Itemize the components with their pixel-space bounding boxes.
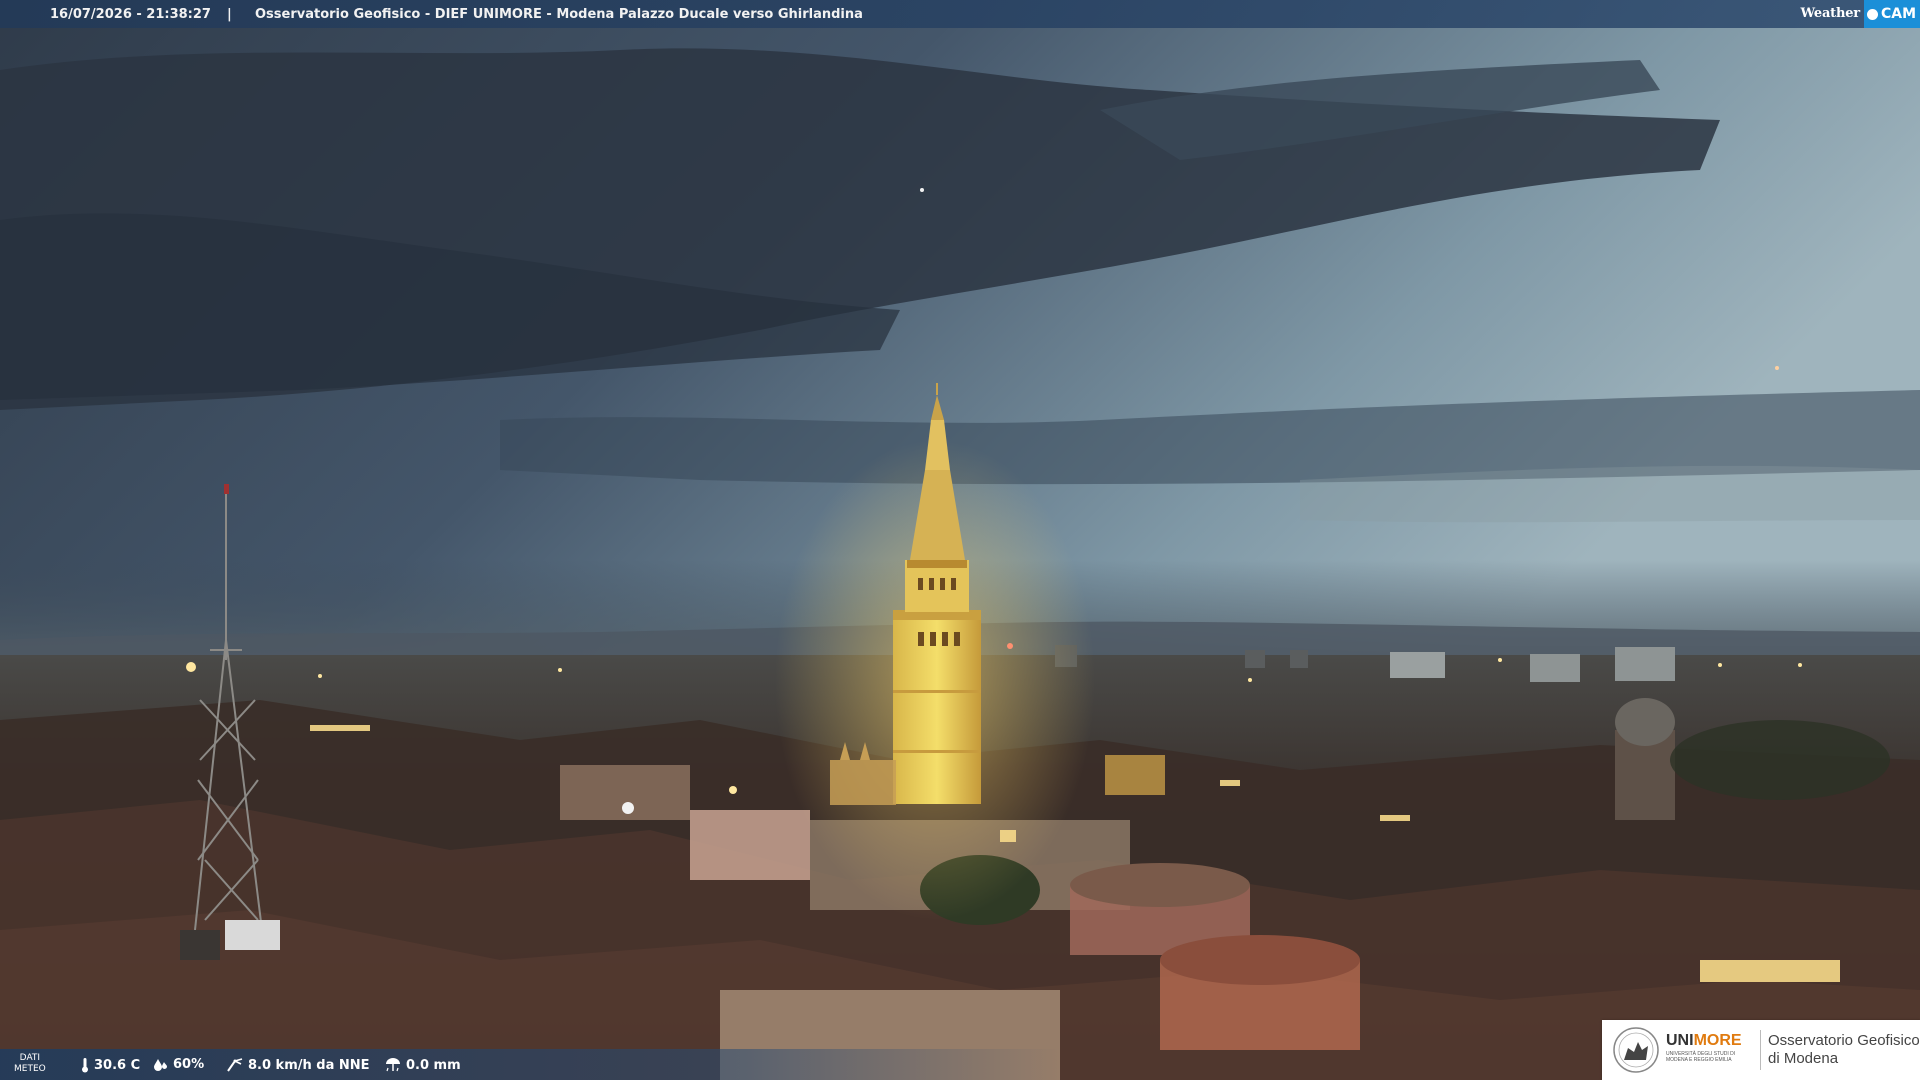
webcam-image	[0, 0, 1920, 1080]
logo-divider	[1760, 1030, 1761, 1070]
weather-label-line1: DATI	[19, 1053, 41, 1063]
weathercam-cam-text: CAM	[1880, 6, 1916, 22]
temperature-value: 30.6 C	[94, 1057, 141, 1073]
rain-icon	[386, 1058, 400, 1072]
weather-data-strip: DATI METEO 30.6 C 60% 8.0 km/h da NNE 0.…	[0, 1049, 1060, 1080]
rain-reading: 0.0 mm	[384, 1057, 461, 1073]
weathercam-dot-icon	[1866, 8, 1878, 20]
university-seal-icon	[1613, 1027, 1659, 1073]
weathercam-cam-badge: CAM	[1863, 0, 1920, 28]
observatory-line2: di Modena	[1768, 1050, 1839, 1067]
caption-bar: 16/07/2026 - 21:38:27 | Osservatorio Geo…	[0, 0, 1920, 28]
unimore-logo: UNIMORE UNIVERSITÀ DEGLI STUDI DI MODENA…	[1602, 1020, 1920, 1080]
wind-icon	[227, 1058, 243, 1072]
university-subtitle: UNIVERSITÀ DEGLI STUDI DI MODENA E REGGI…	[1666, 1051, 1736, 1063]
humidity-drop-icon	[154, 1058, 167, 1071]
humidity-reading: 60%	[153, 1057, 204, 1072]
rain-value: 0.0 mm	[406, 1057, 461, 1073]
thermometer-icon	[82, 1058, 88, 1073]
weathercam-logo: Weather CAM	[1801, 0, 1920, 28]
webcam-view: 16/07/2026 - 21:38:27 | Osservatorio Geo…	[0, 0, 1920, 1080]
unimore-uni: UNI	[1666, 1032, 1694, 1049]
weather-data-label: DATI METEO	[14, 1053, 46, 1075]
weather-label-line2: METEO	[14, 1064, 46, 1074]
observatory-line1: Osservatorio Geofisico	[1768, 1032, 1920, 1049]
camera-title: Osservatorio Geofisico - DIEF UNIMORE - …	[255, 7, 863, 22]
temperature-reading: 30.6 C	[80, 1057, 140, 1073]
wind-value: 8.0 km/h da NNE	[248, 1057, 370, 1073]
unimore-wordmark: UNIMORE	[1666, 1032, 1742, 1050]
weathercam-weather-text: Weather	[1800, 6, 1861, 21]
caption-separator: |	[227, 7, 232, 22]
humidity-value: 60%	[173, 1057, 205, 1072]
unimore-more: MORE	[1693, 1032, 1742, 1049]
observatory-name: Osservatorio Geofisico di Modena	[1768, 1032, 1920, 1068]
wind-reading: 8.0 km/h da NNE	[226, 1057, 370, 1073]
timestamp: 16/07/2026 - 21:38:27	[50, 7, 211, 22]
